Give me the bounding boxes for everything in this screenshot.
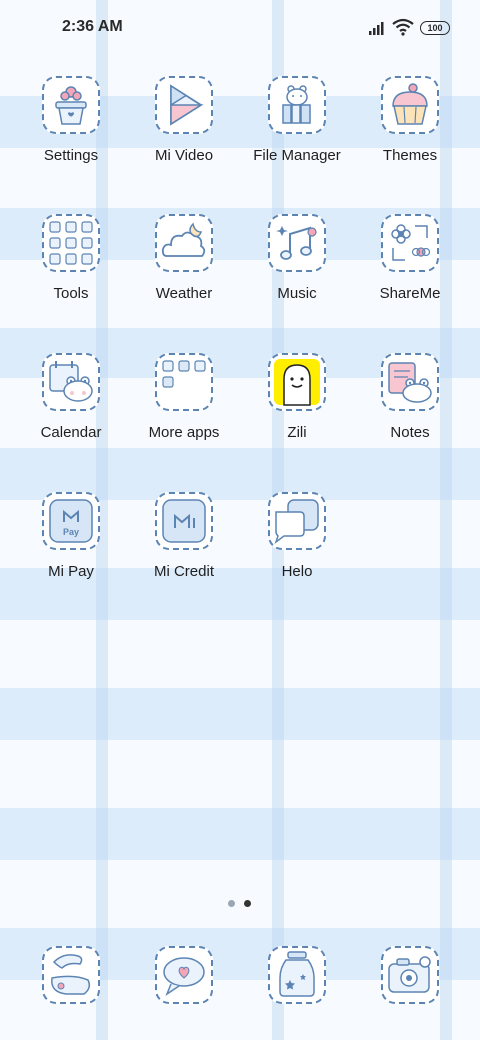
app-calendar[interactable]: Calendar [16,353,126,473]
frog-notes-icon [381,353,439,411]
app-more-apps[interactable]: More apps [129,353,239,473]
app-label: Mi Pay [48,563,94,580]
app-tools[interactable]: Tools [16,214,126,334]
signal-icon [368,20,388,41]
app-label: Mi Video [154,147,214,164]
app-notes[interactable]: Notes [355,353,465,473]
app-label: Calendar [40,424,102,441]
star-jar-icon [268,946,326,1004]
app-label: Weather [155,285,213,302]
app-file-manager[interactable]: File Manager [242,76,352,196]
dock-gallery[interactable] [268,946,326,1004]
more-apps-folder-icon [155,353,213,411]
app-label: File Manager [253,147,341,164]
dock-messages[interactable] [155,946,213,1004]
app-label: Notes [390,424,430,441]
mi-pay-text: Pay [62,527,79,537]
bear-books-icon [268,76,326,134]
mi-pay-icon: Pay [42,492,100,550]
cupcake-icon [381,76,439,134]
message-envelope-icon [155,946,213,1004]
app-mi-credit[interactable]: Mi Credit [129,492,239,612]
battery-icon: 100 [420,21,450,35]
app-label: Tools [53,285,89,302]
page-dot-1[interactable] [228,900,235,907]
app-mi-pay[interactable]: Pay Mi Pay [16,492,126,612]
tools-folder-icon [42,214,100,272]
app-label: Settings [43,147,99,164]
play-triangle-icon [155,76,213,134]
app-label: Themes [382,147,438,164]
dock-camera[interactable] [381,946,439,1004]
flowers-frame-icon [381,214,439,272]
cloud-moon-icon [155,214,213,272]
status-bar: 2:36 AM 100 [0,0,480,56]
frog-calendar-icon [42,353,100,411]
app-music[interactable]: Music [242,214,352,334]
app-label: Mi Credit [153,563,214,580]
chat-bubbles-icon [268,492,326,550]
app-label: Helo [281,563,313,580]
dock-phone[interactable] [42,946,100,1004]
app-themes[interactable]: Themes [355,76,465,196]
app-label: Music [277,285,317,302]
app-helo[interactable]: Helo [242,492,352,612]
app-weather[interactable]: Weather [129,214,239,334]
app-settings[interactable]: Settings [16,76,126,196]
status-time: 2:36 AM [62,18,123,35]
flower-pot-icon [42,76,100,134]
music-note-icon [268,214,326,272]
wifi-icon [392,18,414,41]
mi-credit-icon [155,492,213,550]
app-mi-video[interactable]: Mi Video [129,76,239,196]
zili-ghost-icon [268,353,326,411]
app-label: More apps [148,424,220,441]
app-shareme[interactable]: ShareMe [355,214,465,334]
camera-icon [381,946,439,1004]
phone-handset-icon [42,946,100,1004]
app-label: Zili [287,424,307,441]
app-label: ShareMe [379,285,441,302]
page-dot-2-active[interactable] [244,900,251,907]
page-indicator[interactable] [226,900,256,910]
app-zili[interactable]: Zili [242,353,352,473]
